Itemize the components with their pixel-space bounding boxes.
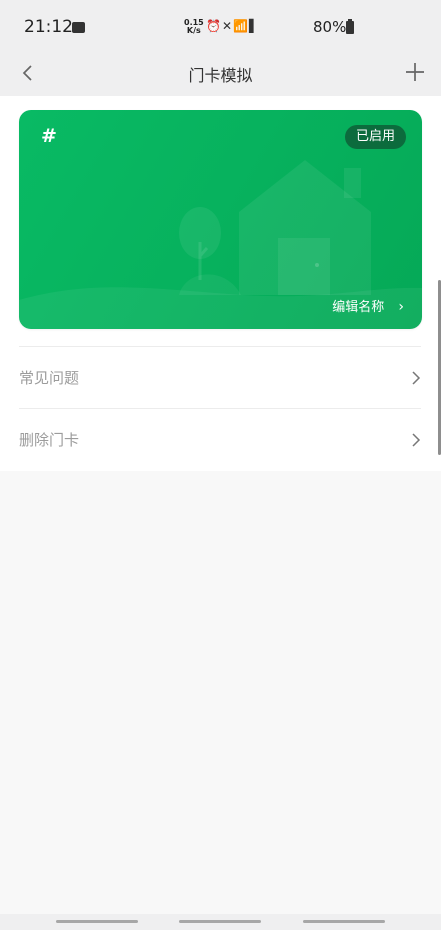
gallery-notification-icon — [72, 22, 85, 33]
back-bar[interactable] — [303, 920, 385, 923]
plus-icon[interactable] — [403, 60, 427, 84]
battery-icon — [346, 19, 354, 34]
status-icons: ⏰✕📶▌ — [206, 19, 259, 33]
chevron-right-icon — [412, 432, 421, 447]
door-card[interactable]: # 已启用 编辑名称 › — [19, 110, 422, 329]
edit-name-label: 编辑名称 — [332, 300, 385, 315]
signal-icon: ▌ — [248, 19, 260, 33]
chevron-right-icon — [412, 370, 421, 385]
edit-name-link[interactable]: 编辑名称 › — [332, 296, 404, 315]
page-title: 门卡模拟 — [188, 66, 253, 85]
alarm-icon: ⏰ — [206, 19, 222, 33]
network-speed-unit: K/s — [186, 26, 201, 35]
card-symbol: # — [41, 125, 57, 147]
mute-icon: ✕ — [221, 19, 234, 33]
chevron-right-icon: › — [398, 299, 404, 315]
status-bar: 21:12 0.15 K/s ⏰✕📶▌ 80% — [0, 0, 441, 52]
home-bar[interactable] — [179, 920, 261, 923]
status-badge: 已启用 — [344, 125, 406, 149]
faq-label: 常见问题 — [19, 369, 80, 387]
nav-bar: 门卡模拟 — [0, 52, 441, 96]
battery-percent: 80% — [313, 18, 347, 36]
network-speed: 0.15 K/s — [184, 19, 204, 35]
status-time: 21:12 — [24, 17, 73, 37]
delete-card-row[interactable]: 删除门卡 — [19, 408, 421, 470]
main-content: # 已启用 编辑名称 › 常见问题 删除门卡 — [0, 96, 441, 471]
system-nav-bar — [0, 914, 441, 930]
wifi-icon: 📶 — [233, 19, 249, 33]
faq-row[interactable]: 常见问题 — [19, 346, 421, 408]
recent-apps-bar[interactable] — [56, 920, 138, 923]
delete-card-label: 删除门卡 — [19, 431, 80, 449]
